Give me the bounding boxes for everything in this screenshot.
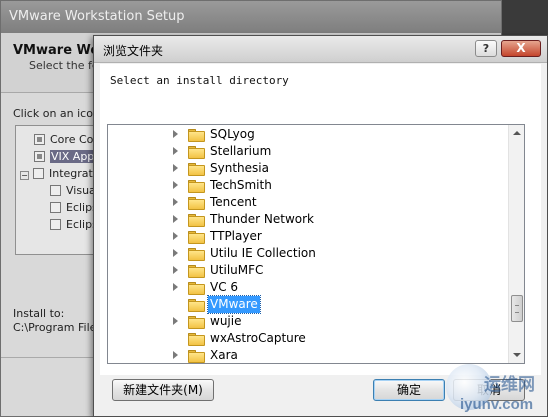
folder-icon [188, 248, 205, 261]
folder-label: wujie [210, 314, 242, 328]
folder-label: Thunder Network [210, 212, 314, 226]
folder-item[interactable]: Stellarium [108, 143, 508, 160]
close-button[interactable]: X [501, 40, 541, 57]
folder-item[interactable]: Xara [108, 347, 508, 363]
folder-label: Xara [210, 348, 238, 362]
folder-icon [188, 197, 205, 210]
folder-icon [188, 231, 205, 244]
watermark-url: iyunv.com [460, 396, 534, 413]
folder-icon [188, 214, 205, 227]
watermark-text: 运维网 [484, 375, 535, 395]
folder-item[interactable]: SQLyog [108, 126, 508, 143]
expand-arrow-icon[interactable] [173, 266, 178, 274]
folder-icon [188, 299, 205, 312]
expand-arrow-icon[interactable] [173, 181, 178, 189]
browse-folder-dialog: 浏览文件夹 ? X Select an install directory SQ… [93, 35, 548, 417]
folder-label: Utilu IE Collection [210, 246, 316, 260]
folder-tree[interactable]: SQLyog Stellarium Synthesia TechSmith Tencen… [107, 124, 525, 364]
folder-icon [188, 146, 205, 159]
expand-arrow-icon[interactable] [173, 147, 178, 155]
folder-item[interactable]: Tencent [108, 194, 508, 211]
install-path: C:\Program Files [13, 321, 103, 334]
folder-icon [188, 333, 205, 346]
scroll-up-icon[interactable] [509, 125, 525, 141]
folder-label: TechSmith [210, 178, 272, 192]
feature-core[interactable]: Core Co [34, 132, 93, 148]
folder-tree-list[interactable]: SQLyog Stellarium Synthesia TechSmith Tencen… [108, 125, 508, 363]
new-folder-button[interactable]: 新建文件夹(M) [112, 379, 214, 401]
install-to-label: Install to: [13, 307, 65, 320]
folder-icon [188, 316, 205, 329]
ok-button[interactable]: 确定 [373, 379, 445, 401]
folder-label: TTPlayer [210, 229, 262, 243]
feature-vix[interactable]: VIX Appl [34, 149, 99, 165]
checkbox-icon[interactable] [34, 151, 45, 162]
help-button[interactable]: ? [475, 40, 497, 57]
folder-icon [188, 163, 205, 176]
folder-item[interactable]: UtiluMFC [108, 262, 508, 279]
expand-arrow-icon[interactable] [173, 164, 178, 172]
feature-instruction: Click on an icon [13, 107, 100, 120]
checkbox-icon[interactable] [33, 168, 44, 179]
expand-arrow-icon[interactable] [173, 249, 178, 257]
setup-header-title: VMware Wo [13, 43, 100, 58]
vertical-scrollbar[interactable] [508, 125, 524, 363]
feature-label: Integrat [49, 167, 93, 180]
expand-arrow-icon[interactable] [173, 351, 178, 359]
folder-item[interactable]: wxAstroCapture [108, 330, 508, 347]
folder-icon [188, 129, 205, 142]
feature-integration[interactable]: − Integrat [20, 166, 93, 182]
expand-arrow-icon[interactable] [173, 283, 178, 291]
folder-label: UtiluMFC [210, 263, 264, 277]
folder-item[interactable]: Utilu IE Collection [108, 245, 508, 262]
folder-item[interactable]: TTPlayer [108, 228, 508, 245]
folder-label: wxAstroCapture [210, 331, 306, 345]
folder-item[interactable]: wujie [108, 313, 508, 330]
folder-item[interactable]: VC 6 [108, 279, 508, 296]
folder-icon [188, 265, 205, 278]
feature-visual[interactable]: Visua [50, 183, 96, 199]
feature-label: Visua [66, 184, 96, 197]
expand-arrow-icon[interactable] [173, 130, 178, 138]
expand-arrow-icon[interactable] [173, 215, 178, 223]
expand-arrow-icon[interactable] [173, 198, 178, 206]
folder-icon [188, 180, 205, 193]
dialog-titlebar[interactable]: 浏览文件夹 ? X [94, 36, 547, 63]
expand-arrow-icon[interactable] [173, 317, 178, 325]
checkbox-icon[interactable] [34, 134, 45, 145]
feature-label: VIX Appl [50, 150, 99, 163]
watermark-logo: 运维网 iyunv.com [446, 362, 548, 417]
dialog-instruction: Select an install directory [110, 74, 289, 87]
folder-item[interactable]: TechSmith [108, 177, 508, 194]
checkbox-icon[interactable] [50, 185, 61, 196]
feature-label: Core Co [50, 133, 94, 146]
dialog-title: 浏览文件夹 [103, 44, 164, 58]
checkbox-icon[interactable] [50, 202, 61, 213]
folder-item[interactable]: Synthesia [108, 160, 508, 177]
scroll-down-icon[interactable] [509, 347, 525, 363]
setup-window-title: VMware Workstation Setup [1, 1, 501, 33]
folder-item[interactable]: Thunder Network [108, 211, 508, 228]
folder-label: Tencent [210, 195, 257, 209]
folder-label: VC 6 [210, 280, 239, 294]
setup-header-subtitle: Select the fe [29, 59, 99, 72]
folder-label: Synthesia [210, 161, 269, 175]
feature-eclipse-1[interactable]: Eclips [50, 200, 98, 216]
feature-eclipse-2[interactable]: Eclips [50, 217, 98, 233]
folder-label: Stellarium [210, 144, 272, 158]
folder-icon [188, 282, 205, 295]
folder-item[interactable]: VMware [108, 295, 508, 314]
folder-label: SQLyog [210, 127, 255, 141]
folder-icon [188, 350, 205, 363]
folder-label: VMware [207, 295, 261, 314]
checkbox-icon[interactable] [50, 219, 61, 230]
collapse-icon[interactable]: − [20, 171, 29, 180]
expand-arrow-icon[interactable] [173, 232, 178, 240]
scroll-thumb[interactable] [511, 295, 523, 322]
